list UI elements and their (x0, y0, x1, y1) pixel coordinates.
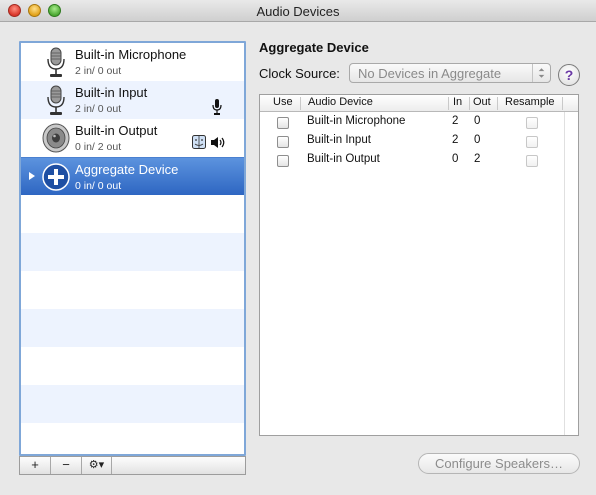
clock-source-label: Clock Source: (259, 66, 340, 81)
list-stripe (21, 385, 244, 423)
select-arrows-icon (532, 64, 545, 82)
window-title: Audio Devices (256, 4, 340, 19)
column-divider (469, 97, 470, 110)
column-divider (448, 97, 449, 110)
audio-device-name: Built-in Input (307, 134, 371, 146)
column-header-in[interactable]: In (453, 96, 462, 108)
table-scrollbar[interactable] (564, 112, 578, 435)
remove-device-button[interactable]: − (51, 457, 82, 474)
resample-checkbox[interactable] (526, 117, 538, 129)
device-io-count: 2 in/ 0 out (75, 65, 122, 77)
disclosure-triangle-icon[interactable] (29, 172, 35, 180)
device-name: Aggregate Device (75, 162, 179, 177)
audio-devices-window: Audio Devices Built-in Microphone 2 in/ … (0, 0, 596, 495)
device-list[interactable]: Built-in Microphone 2 in/ 0 out Built-in… (19, 41, 246, 456)
configure-speakers-button[interactable]: Configure Speakers… (418, 453, 580, 474)
actions-menu-button[interactable]: ⚙▾ (82, 457, 112, 474)
use-checkbox[interactable] (277, 117, 289, 129)
column-header-audio-device[interactable]: Audio Device (308, 96, 373, 108)
output-count: 0 (474, 115, 481, 127)
audio-device-name: Built-in Microphone (307, 115, 406, 127)
resample-checkbox[interactable] (526, 155, 538, 167)
table-row: Built-in Input 2 0 (260, 132, 564, 151)
device-io-count: 0 in/ 0 out (75, 180, 122, 192)
clock-source-value: No Devices in Aggregate (358, 66, 502, 81)
device-item-built-in-input[interactable]: Built-in Input 2 in/ 0 out (21, 81, 244, 119)
use-checkbox[interactable] (277, 155, 289, 167)
device-item-aggregate-device[interactable]: Aggregate Device 0 in/ 0 out (21, 157, 244, 195)
input-count: 0 (452, 153, 459, 165)
table-row: Built-in Microphone 2 0 (260, 113, 564, 132)
device-heading: Aggregate Device (259, 40, 369, 55)
default-output-speaker-icon (211, 137, 225, 148)
device-name: Built-in Microphone (75, 47, 187, 62)
input-count: 2 (452, 134, 459, 146)
device-item-built-in-output[interactable]: Built-in Output 0 in/ 2 out (21, 119, 244, 157)
column-header-resample[interactable]: Resample (505, 96, 555, 108)
column-divider (562, 97, 563, 110)
table-header: Use Audio Device In Out Resample (260, 95, 578, 112)
column-header-use[interactable]: Use (273, 96, 293, 108)
default-input-microphone-icon (212, 99, 222, 115)
device-io-count: 0 in/ 2 out (75, 141, 122, 153)
clock-source-select[interactable]: No Devices in Aggregate (349, 63, 551, 83)
list-stripe (21, 309, 244, 347)
column-divider (497, 97, 498, 110)
input-count: 2 (452, 115, 459, 127)
finder-icon (192, 135, 206, 149)
audio-device-name: Built-in Output (307, 153, 380, 165)
device-name: Built-in Input (75, 85, 148, 100)
aggregate-device-table: Use Audio Device In Out Resample Built-i… (259, 94, 579, 436)
output-count: 0 (474, 134, 481, 146)
column-divider (300, 97, 301, 110)
device-item-built-in-microphone[interactable]: Built-in Microphone 2 in/ 0 out (21, 43, 244, 81)
column-header-out[interactable]: Out (473, 96, 491, 108)
add-device-button[interactable]: + (20, 457, 51, 474)
device-io-count: 2 in/ 0 out (75, 103, 122, 115)
aggregate-plus-icon (42, 163, 70, 191)
help-button[interactable]: ? (558, 64, 580, 86)
device-list-toolbar: + − ⚙▾ (19, 456, 246, 475)
output-count: 2 (474, 153, 481, 165)
title-bar[interactable]: Audio Devices (0, 0, 596, 22)
microphone-icon (47, 47, 65, 77)
resample-checkbox[interactable] (526, 136, 538, 148)
microphone-icon (47, 85, 65, 115)
device-name: Built-in Output (75, 123, 158, 138)
speaker-icon (42, 123, 70, 153)
table-row: Built-in Output 0 2 (260, 151, 564, 170)
list-stripe (21, 233, 244, 271)
use-checkbox[interactable] (277, 136, 289, 148)
